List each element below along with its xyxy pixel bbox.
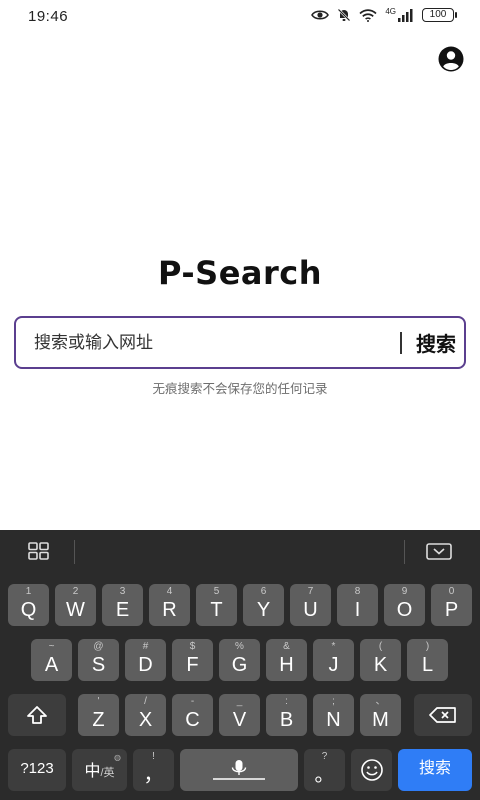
status-bar: 19:46 4G 100 xyxy=(0,0,480,34)
shift-icon xyxy=(27,706,47,724)
incognito-hint: 无痕搜索不会保存您的任何记录 xyxy=(152,381,328,396)
lang-sub-label: /英 xyxy=(100,767,115,779)
space-key[interactable] xyxy=(180,749,298,791)
key-q[interactable]: 1Q xyxy=(8,584,49,626)
keyboard-menu-button[interactable] xyxy=(28,542,50,560)
status-time: 19:46 xyxy=(28,8,69,25)
mic-icon xyxy=(213,760,265,780)
bell-off-icon xyxy=(337,8,351,22)
search-box: 搜索 xyxy=(14,316,466,369)
key-d[interactable]: # D xyxy=(125,639,166,681)
key-z[interactable]: ' Z xyxy=(78,694,119,736)
key-h[interactable]: & H xyxy=(266,639,307,681)
search-enter-key[interactable]: 搜索 xyxy=(398,749,472,791)
battery-indicator: 100 xyxy=(422,8,457,22)
hide-keyboard-button[interactable] xyxy=(426,543,452,560)
keyboard-toolbar xyxy=(0,530,480,572)
soft-keyboard: 1Q 2W 3E 4R 5T 6Y 7U 8I 9O 0P ~ A @ S # D $… xyxy=(0,530,480,800)
keyboard-hide-icon xyxy=(426,543,452,560)
emoji-icon xyxy=(360,759,383,781)
key-l[interactable]: ) L xyxy=(407,639,448,681)
app-title: P-Search xyxy=(157,254,323,292)
key-m[interactable]: 、 M xyxy=(360,694,401,736)
search-button[interactable]: 搜索 xyxy=(408,318,464,367)
shift-key[interactable] xyxy=(8,694,66,736)
backspace-icon xyxy=(429,707,456,723)
key-a[interactable]: ~ A xyxy=(31,639,72,681)
key-b[interactable]: :B xyxy=(266,694,307,736)
key-s[interactable]: @ S xyxy=(78,639,119,681)
key-c[interactable]: -C xyxy=(172,694,213,736)
eye-icon xyxy=(311,9,330,21)
period-key[interactable]: ?。 xyxy=(304,749,345,791)
key-r[interactable]: 4R xyxy=(149,584,190,626)
key-f[interactable]: $ F xyxy=(172,639,213,681)
key-n[interactable]: ; N xyxy=(313,694,354,736)
comma-key[interactable]: !， xyxy=(133,749,174,791)
grid-icon xyxy=(28,542,49,560)
lang-main-label: 中 xyxy=(84,763,101,780)
language-switch-key[interactable]: ◍ 中/英 xyxy=(72,749,127,791)
key-e[interactable]: 3E xyxy=(102,584,143,626)
signal-icon xyxy=(398,8,414,22)
toolbar-divider xyxy=(74,540,75,564)
key-w[interactable]: 2W xyxy=(55,584,96,626)
key-u[interactable]: 7U xyxy=(290,584,331,626)
key-g[interactable]: % G xyxy=(219,639,260,681)
key-p[interactable]: 0P xyxy=(431,584,472,626)
key-i[interactable]: 8I xyxy=(337,584,378,626)
search-input[interactable] xyxy=(34,318,394,367)
account-button[interactable] xyxy=(438,46,464,72)
numbers-key[interactable]: ?123 xyxy=(8,749,66,791)
key-j[interactable]: * J xyxy=(313,639,354,681)
key-o[interactable]: 9O xyxy=(384,584,425,626)
key-k[interactable]: (K xyxy=(360,639,401,681)
search-divider xyxy=(400,332,402,354)
key-t[interactable]: 5T xyxy=(196,584,237,626)
account-circle-icon xyxy=(438,46,464,72)
status-icons: 4G 100 xyxy=(311,6,457,22)
toolbar-divider xyxy=(404,540,405,564)
network-type: 4G xyxy=(385,6,396,16)
wifi-icon xyxy=(359,8,377,22)
key-v[interactable]: _ V xyxy=(219,694,260,736)
emoji-key[interactable] xyxy=(351,749,392,791)
key-y[interactable]: 6Y xyxy=(243,584,284,626)
backspace-key[interactable] xyxy=(414,694,472,736)
key-x[interactable]: / X xyxy=(125,694,166,736)
